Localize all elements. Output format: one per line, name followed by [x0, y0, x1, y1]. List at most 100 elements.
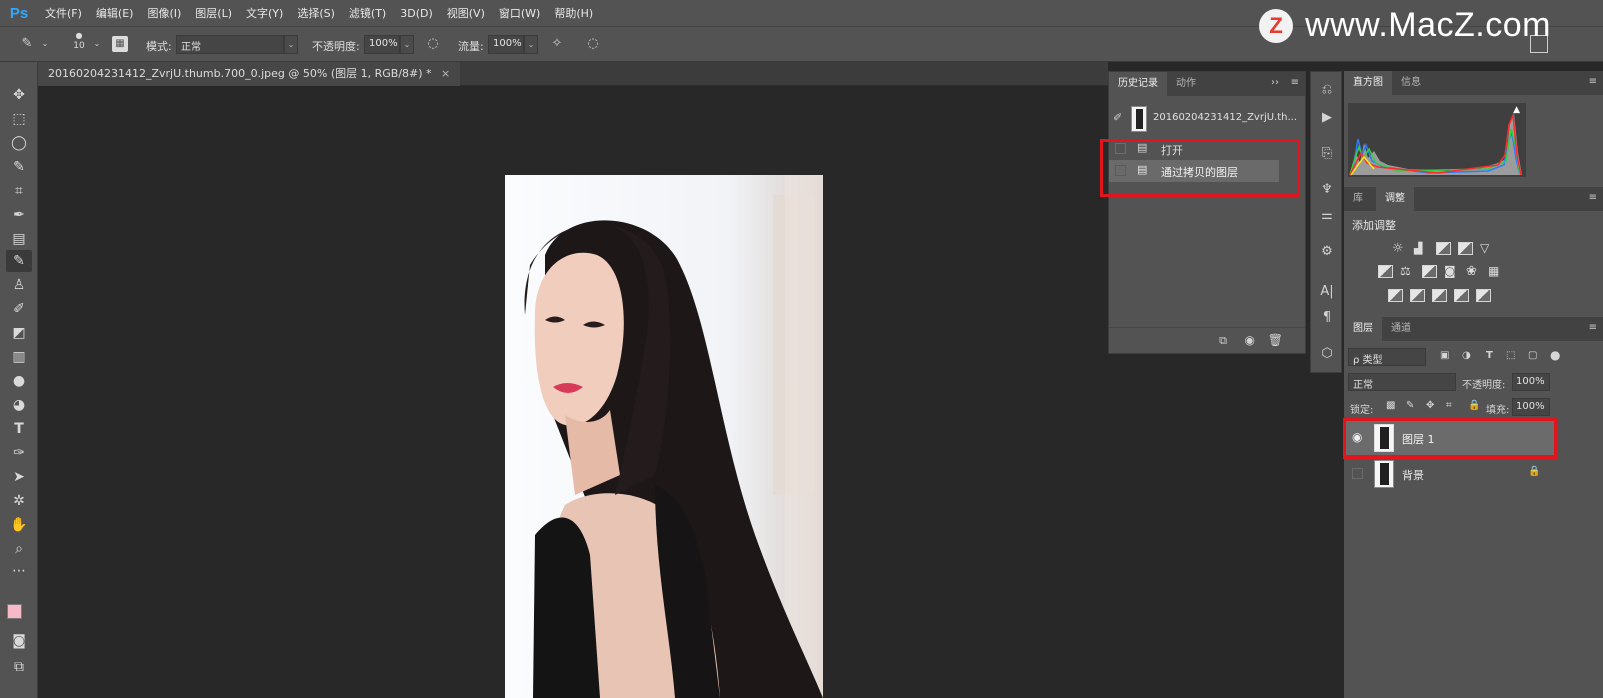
eraser-tool-icon[interactable]: ◩: [6, 322, 32, 344]
lasso-tool-icon[interactable]: ◯: [6, 132, 32, 154]
lock-transparent-icon[interactable]: ▩: [1386, 400, 1395, 411]
lock-all-icon[interactable]: 🔒: [1468, 400, 1480, 411]
custom-shape-tool-icon[interactable]: ✲: [6, 490, 32, 512]
mode-select[interactable]: 正常: [176, 35, 284, 54]
levels-icon[interactable]: ▟: [1414, 242, 1429, 255]
3d-cube-icon[interactable]: ⬡: [1316, 344, 1338, 364]
panel-menu-icon[interactable]: ≡: [1291, 77, 1299, 88]
gradient-map-icon[interactable]: [1476, 289, 1491, 302]
menu-filter[interactable]: 滤镜(T): [342, 5, 393, 21]
crop-tool-icon[interactable]: ⌗: [6, 180, 32, 202]
history-snapshot[interactable]: ✐ 20160204231412_ZvrjU.th...: [1109, 105, 1305, 133]
airbrush-icon[interactable]: ✧: [548, 35, 566, 53]
camera-snapshot-icon[interactable]: ◉: [1245, 333, 1255, 347]
dodge-tool-icon[interactable]: ◕: [6, 394, 32, 416]
channel-mixer-icon[interactable]: ❀: [1466, 265, 1481, 278]
history-brush-source-icon[interactable]: ✐: [1113, 111, 1122, 124]
paragraph-icon[interactable]: ¶: [1316, 308, 1338, 328]
flow-chevron-icon[interactable]: ⌄: [524, 35, 538, 54]
history-state-open[interactable]: ▤ 打开: [1109, 138, 1305, 160]
hand-tool-icon[interactable]: ✋: [6, 514, 32, 536]
chevron-down-icon[interactable]: ⌄: [88, 35, 106, 53]
tab-histogram[interactable]: 直方图: [1344, 71, 1392, 95]
quick-mask-icon[interactable]: ◙: [6, 630, 32, 652]
lock-position-icon[interactable]: ✥: [1426, 400, 1434, 411]
color-balance-icon[interactable]: ⚖: [1400, 265, 1415, 278]
filter-shape-icon[interactable]: ⬚: [1506, 350, 1515, 361]
history-panel-icon[interactable]: ⎌: [1316, 80, 1338, 100]
menu-image[interactable]: 图像(I): [140, 5, 188, 21]
quick-select-tool-icon[interactable]: ✎: [6, 156, 32, 178]
panel-collapse-icon[interactable]: ››: [1271, 77, 1279, 88]
threshold-icon[interactable]: [1432, 289, 1447, 302]
opacity-field[interactable]: 100%: [364, 35, 400, 54]
pressure-size-icon[interactable]: ◌: [584, 35, 602, 53]
filter-adjustment-icon[interactable]: ◑: [1462, 350, 1471, 361]
eye-visibility-icon[interactable]: ◉: [1352, 430, 1362, 444]
history-brush-tool-icon[interactable]: ✐: [6, 298, 32, 320]
curves-icon[interactable]: [1436, 242, 1451, 255]
close-icon[interactable]: ×: [441, 67, 450, 80]
hue-saturation-icon[interactable]: [1378, 265, 1393, 278]
brush-tool-icon[interactable]: ✎: [18, 35, 36, 53]
layer-opacity-field[interactable]: 100%: [1512, 373, 1550, 391]
exposure-icon[interactable]: [1458, 242, 1473, 255]
menu-file[interactable]: 文件(F): [38, 5, 89, 21]
tab-actions[interactable]: 动作: [1167, 72, 1205, 96]
tab-history[interactable]: 历史记录: [1109, 72, 1167, 96]
character-icon[interactable]: A|: [1316, 282, 1338, 302]
new-document-from-state-icon[interactable]: ⧉: [1219, 334, 1227, 348]
brush-presets-icon[interactable]: ♆: [1316, 180, 1338, 200]
panel-menu-icon[interactable]: ≡: [1589, 322, 1597, 333]
layer-row-layer-1[interactable]: ◉ 图层 1: [1344, 421, 1554, 455]
menu-edit[interactable]: 编辑(E): [89, 5, 141, 21]
brush-panel-toggle-icon[interactable]: ▦: [112, 36, 128, 52]
opacity-chevron-icon[interactable]: ⌄: [400, 35, 414, 54]
menu-window[interactable]: 窗口(W): [492, 5, 547, 21]
history-state-checkbox[interactable]: [1115, 143, 1126, 154]
history-state-checkbox[interactable]: [1115, 165, 1126, 176]
filter-smart-object-icon[interactable]: ▢: [1528, 350, 1537, 361]
selective-color-icon[interactable]: [1454, 289, 1469, 302]
pen-tool-icon[interactable]: ✑: [6, 442, 32, 464]
path-selection-tool-icon[interactable]: ➤: [6, 466, 32, 488]
type-tool-icon[interactable]: T: [6, 418, 32, 440]
marquee-tool-icon[interactable]: ⬚: [6, 108, 32, 130]
tab-adjustments[interactable]: 调整: [1376, 187, 1414, 211]
vibrance-icon[interactable]: ▽: [1480, 242, 1495, 255]
brush-preset-picker[interactable]: ● 10: [70, 31, 88, 51]
photo-filter-icon[interactable]: ◙: [1444, 265, 1459, 278]
eyedropper-tool-icon[interactable]: ✒: [6, 204, 32, 226]
zoom-tool-icon[interactable]: ⌕: [6, 538, 32, 560]
menu-3d[interactable]: 3D(D): [393, 7, 440, 20]
brush-tool-icon[interactable]: ✎: [6, 250, 32, 272]
move-tool-icon[interactable]: ✥: [6, 84, 32, 106]
menu-select[interactable]: 选择(S): [290, 5, 342, 21]
tool-presets-icon[interactable]: ⚌: [1316, 206, 1338, 226]
visibility-toggle-box[interactable]: [1352, 468, 1363, 479]
filter-pixel-icon[interactable]: ▣: [1440, 350, 1449, 361]
mode-select-chevron-icon[interactable]: ⌄: [284, 35, 298, 54]
menu-help[interactable]: 帮助(H): [547, 5, 600, 21]
black-white-icon[interactable]: [1422, 265, 1437, 278]
tab-info[interactable]: 信息: [1392, 71, 1430, 95]
more-tools-icon[interactable]: ⋯: [6, 560, 32, 582]
menu-view[interactable]: 视图(V): [440, 5, 492, 21]
fill-field[interactable]: 100%: [1512, 398, 1550, 416]
flow-field[interactable]: 100%: [488, 35, 524, 54]
document-image[interactable]: [505, 175, 823, 698]
tab-layers[interactable]: 图层: [1344, 317, 1382, 341]
filter-toggle-icon[interactable]: ●: [1550, 348, 1560, 362]
layer-filter-select[interactable]: ρ 类型: [1348, 348, 1426, 366]
actions-play-icon[interactable]: ▶: [1316, 108, 1338, 128]
menu-type[interactable]: 文字(Y): [239, 5, 290, 21]
panel-menu-icon[interactable]: ≡: [1589, 192, 1597, 203]
gradient-tool-icon[interactable]: ▥: [6, 346, 32, 368]
menu-layer[interactable]: 图层(L): [188, 5, 239, 21]
blur-tool-icon[interactable]: ●: [6, 370, 32, 392]
properties-icon[interactable]: ⚙: [1316, 242, 1338, 262]
color-lookup-icon[interactable]: ▦: [1488, 265, 1503, 278]
trash-icon[interactable]: 🗑: [1268, 333, 1283, 347]
blend-mode-select[interactable]: 正常: [1348, 373, 1456, 391]
layer-row-background[interactable]: 背景 🔒: [1344, 457, 1554, 491]
